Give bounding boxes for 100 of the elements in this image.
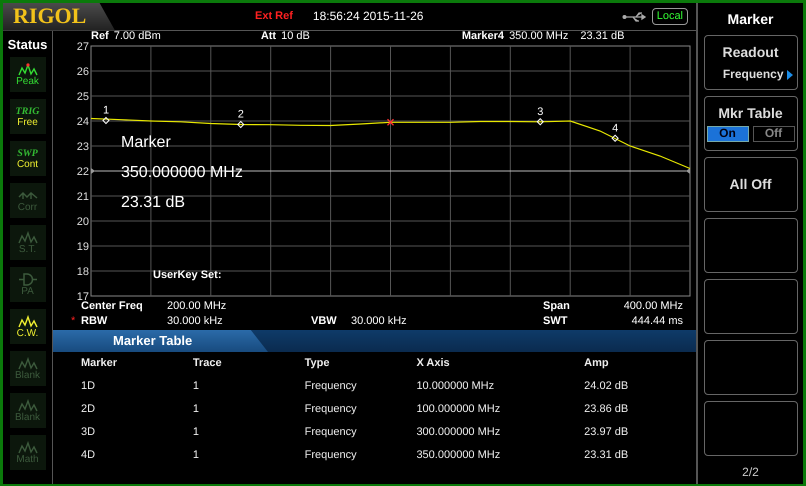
indicator-label: Blank [14,412,40,423]
reference-source: Ext Ref [255,10,293,23]
softkey-button[interactable]: Readout Frequency [704,35,798,90]
asterisk-label: * [71,315,76,328]
table-cell-text: 24.02 dB [584,379,630,394]
table-cell-text: 4D [81,448,96,464]
axis-tick-label: 24 [76,116,89,128]
column-header: X Axis [416,352,584,375]
reference-level: 7.00 dBm [114,31,161,41]
table-cell-text: 1 [192,379,200,394]
indicator-label: Peak [16,76,39,87]
marker-number: 3 [537,106,544,118]
axis-tick-label: 26 [76,66,89,78]
parameter-label: RBW [81,315,108,328]
table-cell-text: 350.000000 MHz [416,448,502,464]
logo: RIGOL [13,4,86,29]
column-header: Type [304,352,416,375]
table-cell-text: 2D [81,402,96,418]
marker-label: Marker4 [462,31,504,41]
table-cell-text: 100.000000 MHz [416,402,502,418]
indicator-label: Corr [18,202,38,213]
table-cell-text: 23.31 dB [584,448,630,464]
reference-label: Ref [91,31,109,41]
table-cell-text: Frequency [304,379,358,394]
status-title: Status [8,38,48,52]
marker-number: 1 [102,104,110,116]
column-header: Trace [192,352,305,375]
submenu-arrow-icon [786,70,792,80]
remote-state: Local [652,8,688,25]
table-cell-text: 300.000000 MHz [416,425,502,440]
parameter-value: 30.000 kHz [351,315,407,328]
panel-tab[interactable]: Marker Table [53,330,268,352]
marker-diamond-icon [102,116,110,124]
axis-tick-label: 20 [76,216,89,228]
indicator-label: Cont [16,158,38,170]
table-cell-text: 1 [192,402,200,418]
empty-softkey[interactable] [704,218,798,274]
indicator-heading: SWP [17,148,38,159]
table-cell-text: 23.97 dB [584,425,630,440]
parameter-label: SWT [543,315,568,328]
indicator-label: C.W. [16,328,38,339]
marker-readout: 23.31 dB [121,193,186,213]
parameter-label: Center Freq [81,300,144,313]
marker-readout: Marker [121,133,172,153]
indicator-label: Blank [14,370,40,381]
column-header: Amp [584,356,610,372]
axis-tick-label: 23 [76,141,89,153]
axis-tick-label: 25 [76,91,89,103]
wave-icon [18,314,38,328]
marker-diamond-icon [237,120,244,128]
display-line-handle-icon [91,168,95,174]
axis-tick-label: 22 [76,166,89,178]
empty-softkey[interactable] [704,279,798,334]
marker-amplitude: 23.31 dB [580,31,624,41]
wave-icon [18,440,38,454]
toggle-option[interactable]: On [706,126,748,142]
table-cell-text: 3D [81,425,96,440]
table-cell-text: 1D [81,379,96,394]
wave-icon [18,398,38,412]
axis-tick-label: 19 [76,241,89,253]
marker-diamond-icon [536,118,544,126]
parameter-label: VBW [311,315,338,328]
wave-icon [18,356,38,370]
marker-number: 4 [612,122,618,134]
empty-softkey[interactable] [704,401,798,456]
parameter-value: 30.000 kHz [167,315,223,328]
parameter-label: Span [543,300,571,313]
parameter-value: 444.44 ms [632,315,683,328]
page-indicator: 2/2 [742,466,759,480]
marker-diamond-icon [611,134,619,142]
softkey-button[interactable]: All Off [704,157,798,212]
marker-frequency: 350.00 MHz [509,31,568,41]
wave-icon [18,230,38,244]
attenuation-label: Att [260,31,276,41]
display-line-handle-icon [686,168,690,174]
softkey-button[interactable]: Mkr Table On Off [704,96,798,152]
menu-title: Marker [728,12,774,28]
table-cell: Frequency [304,421,416,444]
attenuation-value: 10 dB [281,31,310,41]
axis-tick-label: 18 [76,266,89,278]
date-time: 18:56:24 2015-11-26 [312,10,424,24]
toggle-option[interactable]: Off [752,126,794,142]
axis-tick-label: 21 [76,191,89,203]
userkey-label: UserKey Set: [153,269,222,282]
empty-softkey[interactable] [704,340,798,396]
usb-icon [622,10,646,22]
parameter-value: 200.00 MHz [167,300,226,313]
table-cell-text: Frequency [304,402,358,418]
parameter-value: 400.00 MHz [624,300,683,313]
column-header: Marker [81,352,193,375]
indicator-label: S.T. [18,244,36,255]
indicator-label: PA [21,286,34,297]
marker-number: 2 [238,108,244,120]
table-cell-text: 1 [192,448,200,464]
table-cell-text: 23.86 dB [584,402,630,418]
table-cell: Frequency [304,444,416,467]
indicator-label: Math [16,454,39,465]
table-cell-text: 10.000000 MHz [416,379,496,394]
indicator-label: Free [17,116,38,128]
amplifier-icon [18,272,38,286]
